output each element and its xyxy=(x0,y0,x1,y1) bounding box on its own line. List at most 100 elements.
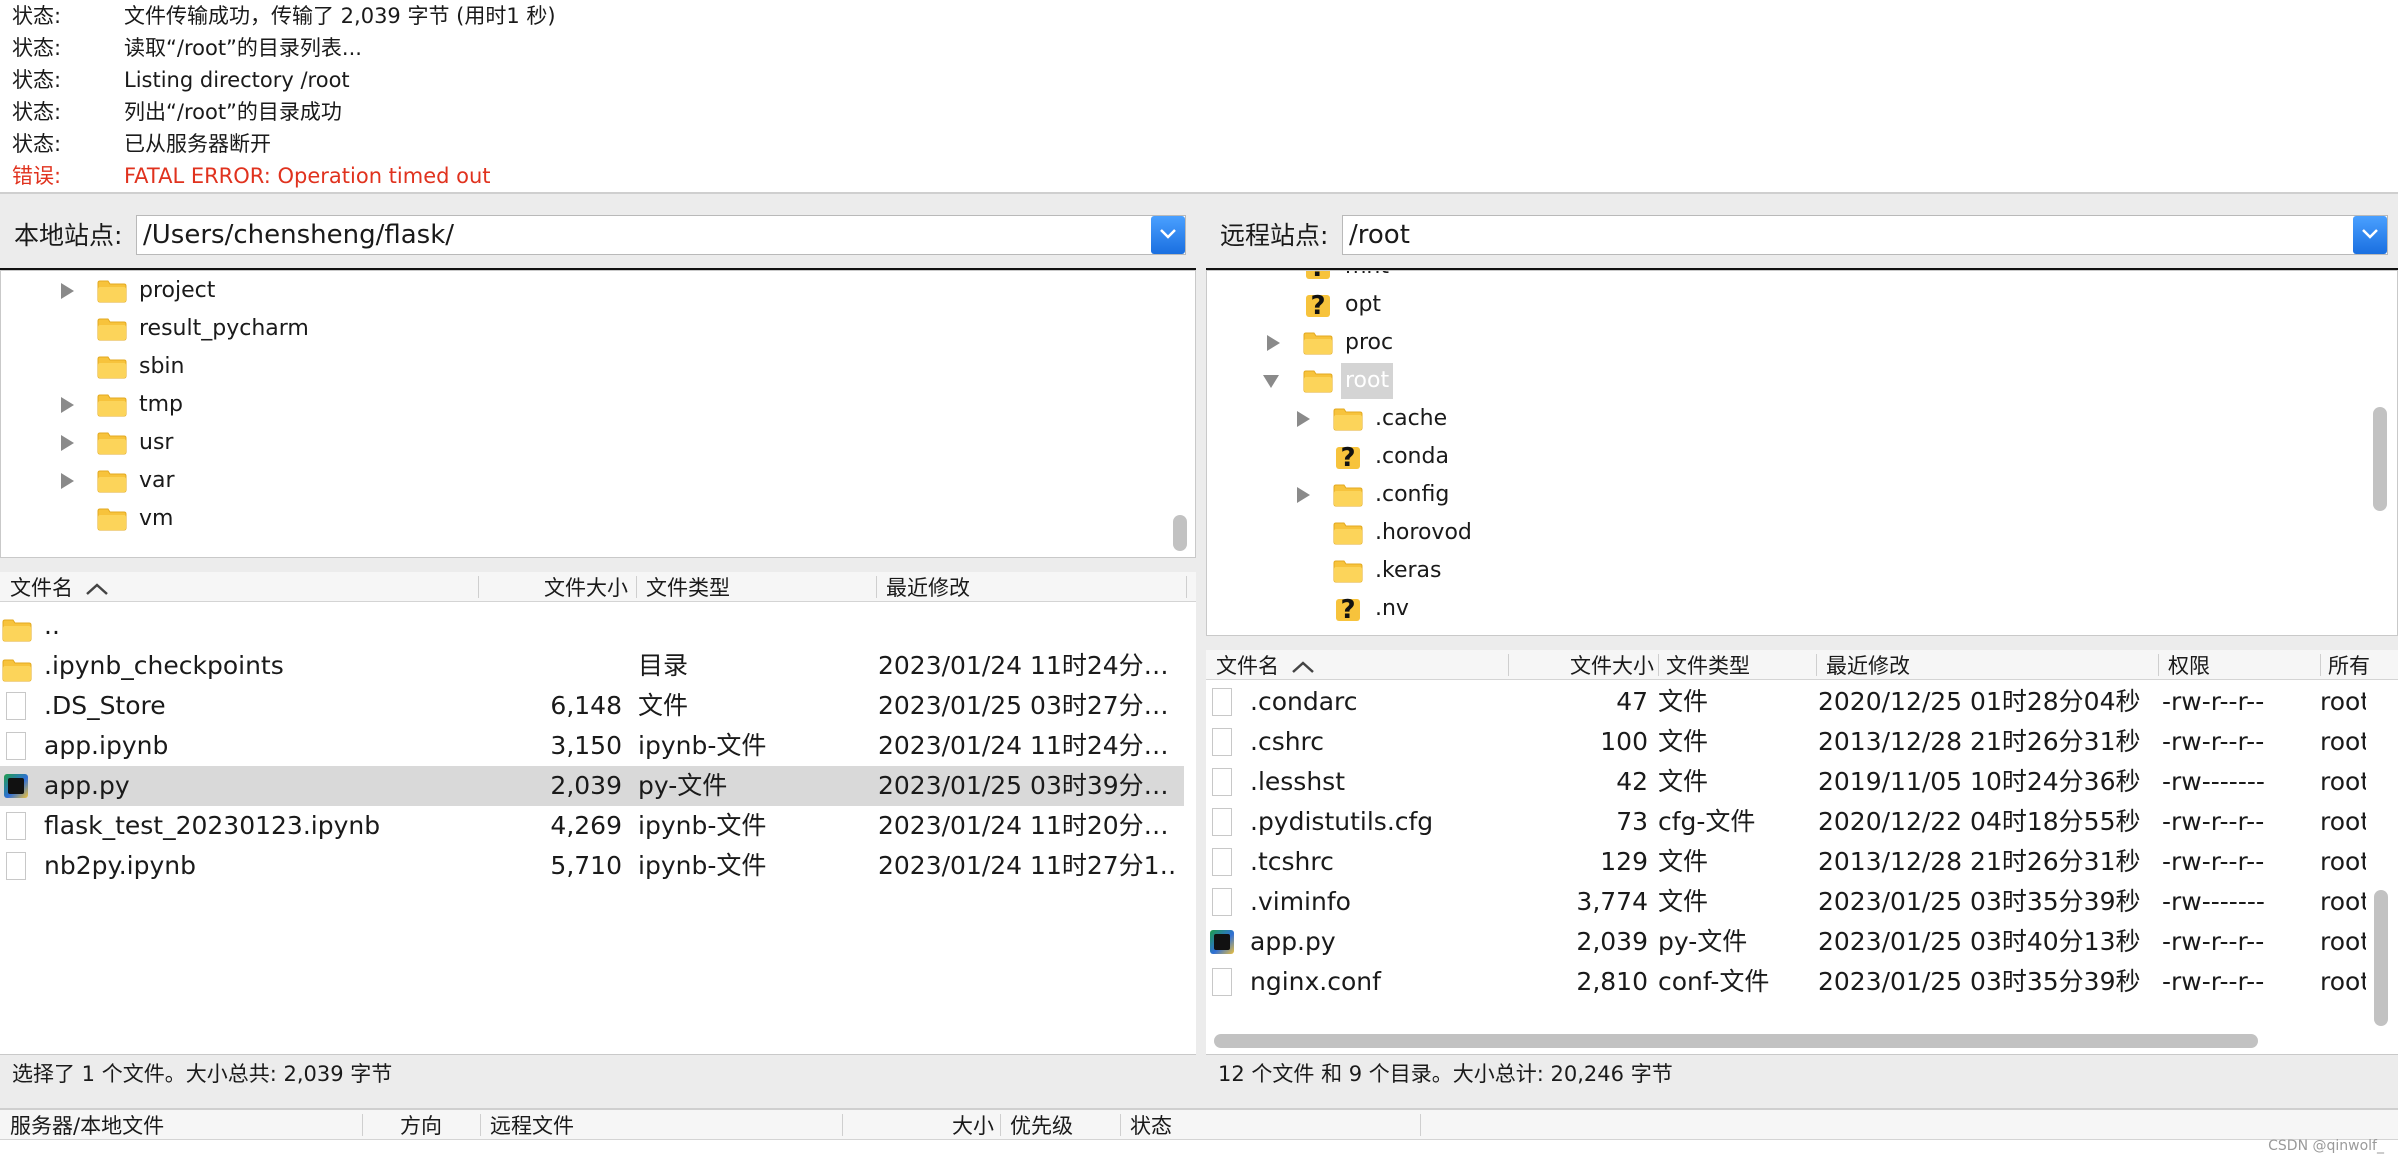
file-row[interactable]: .. xyxy=(0,606,1184,646)
local-site-label: 本地站点: xyxy=(14,221,123,250)
file-row[interactable]: .lesshst 42 文件 2019/11/05 10时24分36秒 -rw-----… xyxy=(1206,762,2366,802)
file-row[interactable]: .cshrc 100 文件 2013/12/28 21时26分31秒 -rw-r--r-… xyxy=(1206,722,2366,762)
file-row[interactable]: .viminfo 3,774 文件 2023/01/25 03时35分39秒 -rw--… xyxy=(1206,882,2366,922)
tree-node[interactable]: ? mnt xyxy=(1207,271,2357,285)
remote-file-list[interactable]: nginx.conf 2,810 conf-文件 2023/01/25 03时35分3… xyxy=(1206,680,2398,1054)
file-permissions: -rw------- xyxy=(2162,887,2265,916)
tree-node[interactable]: vm xyxy=(1,501,1161,537)
remote-status-bar: 12 个文件 和 9 个目录。大小总计: 20,246 字节 xyxy=(1206,1054,2398,1092)
file-row[interactable]: .tcshrc 129 文件 2013/12/28 21时26分31秒 -rw-r--r… xyxy=(1206,842,2366,882)
file-row[interactable]: nginx.conf 2,810 conf-文件 2023/01/25 03时35分3… xyxy=(1206,962,2366,1002)
file-permissions: -rw-r--r-- xyxy=(2162,807,2265,836)
tree-node-label: result_pycharm xyxy=(139,316,309,341)
queue-col-size[interactable]: 大小 xyxy=(850,1110,994,1140)
tree-node-label: .nv xyxy=(1375,596,1409,621)
folder-icon xyxy=(97,393,127,417)
file-row[interactable]: app.py 2,039 py-文件 2023/01/25 03时39分… xyxy=(0,766,1184,806)
file-row[interactable]: .DS_Store 6,148 文件 2023/01/25 03时27分… xyxy=(0,686,1184,726)
remote-col-size[interactable]: 文件大小 xyxy=(1512,650,1654,680)
file-type: py-文件 xyxy=(638,771,728,800)
expand-arrow-icon[interactable] xyxy=(61,283,74,299)
file-row[interactable]: .ipynb_checkpoints 目录 2023/01/24 11时24分… xyxy=(0,646,1184,686)
tree-node[interactable]: .keras xyxy=(1207,553,2357,589)
file-row[interactable]: app.ipynb 3,150 ipynb-文件 2023/01/24 11时24分… xyxy=(0,726,1184,766)
watermark: CSDN @qinwolf_ xyxy=(2268,1138,2384,1154)
expand-arrow-icon[interactable] xyxy=(1297,487,1310,503)
tree-node[interactable]: project xyxy=(1,273,1161,309)
tree-node[interactable]: usr xyxy=(1,425,1161,461)
folder-icon xyxy=(97,355,127,379)
tree-node-label: var xyxy=(139,468,175,493)
remote-col-owner[interactable]: 所有 xyxy=(2328,650,2398,680)
file-row[interactable]: app.py 2,039 py-文件 2023/01/25 03时40分13秒 -rw-… xyxy=(1206,922,2366,962)
file-type: ipynb-文件 xyxy=(638,811,767,840)
tree-node[interactable]: .config xyxy=(1207,477,2357,513)
local-col-type[interactable]: 文件类型 xyxy=(646,572,730,602)
local-col-modified[interactable]: 最近修改 xyxy=(886,572,970,602)
file-icon xyxy=(1212,808,1232,836)
file-modified: 2013/12/28 21时26分31秒 xyxy=(1818,727,2141,756)
file-icon xyxy=(6,852,26,880)
local-file-list[interactable]: .. .ipynb_checkpoints 目录 2023/01/24 11时24分…… xyxy=(0,602,1196,1054)
file-modified: 2020/12/22 04时18分55秒 xyxy=(1818,807,2141,836)
log-line: 状态: 读取“/root”的目录列表... xyxy=(12,32,362,64)
svg-text:?: ? xyxy=(1340,595,1355,623)
file-size: 42 xyxy=(1616,767,1648,796)
remote-col-name[interactable]: 文件名 xyxy=(1216,650,1316,680)
chevron-down-icon[interactable] xyxy=(2353,216,2387,254)
python-file-icon xyxy=(4,774,28,798)
local-col-name[interactable]: 文件名 xyxy=(10,572,110,602)
log-label: 状态: xyxy=(12,100,62,124)
remote-path-combobox[interactable]: /root xyxy=(1342,215,2388,255)
local-directory-tree[interactable]: project result_pycharmsbin tmp usr var vm xyxy=(0,270,1196,558)
tree-node[interactable]: root xyxy=(1207,363,2357,399)
folder-icon xyxy=(2,614,32,642)
queue-col-remote-file[interactable]: 远程文件 xyxy=(490,1110,574,1140)
file-row[interactable]: .pydistutils.cfg 73 cfg-文件 2020/12/22 04时18… xyxy=(1206,802,2366,842)
chevron-down-icon[interactable] xyxy=(1151,216,1185,254)
folder-icon xyxy=(1303,331,1333,355)
tree-node[interactable]: tmp xyxy=(1,387,1161,423)
tree-node[interactable]: proc xyxy=(1207,325,2357,361)
expand-arrow-icon[interactable] xyxy=(61,473,74,489)
expand-arrow-icon[interactable] xyxy=(1267,335,1280,351)
tree-node[interactable]: .cache xyxy=(1207,401,2357,437)
tree-node[interactable]: result_pycharm xyxy=(1,311,1161,347)
file-modified: 2023/01/24 11时20分… xyxy=(878,811,1169,840)
file-row[interactable]: nb2py.ipynb 5,710 ipynb-文件 2023/01/24 11时27… xyxy=(0,846,1184,886)
expand-arrow-icon[interactable] xyxy=(61,435,74,451)
local-col-size[interactable]: 文件大小 xyxy=(482,572,628,602)
remote-list-vscrollbar[interactable] xyxy=(2374,890,2388,1026)
file-owner: root xyxy=(2320,807,2366,836)
remote-site-label: 远程站点: xyxy=(1220,221,1329,250)
tree-node[interactable]: ? .nv xyxy=(1207,591,2357,627)
file-size: 2,810 xyxy=(1576,967,1648,996)
local-tree-scrollbar[interactable] xyxy=(1173,515,1187,551)
file-row[interactable]: flask_test_20230123.ipynb 4,269 ipynb-文件 20… xyxy=(0,806,1184,846)
remote-col-modified[interactable]: 最近修改 xyxy=(1826,650,1910,680)
remote-col-permissions[interactable]: 权限 xyxy=(2168,650,2210,680)
log-line: 错误: FATAL ERROR: Operation timed out xyxy=(12,160,491,192)
file-size: 100 xyxy=(1600,727,1648,756)
expand-arrow-icon[interactable] xyxy=(61,397,74,413)
tree-node[interactable]: .horovod xyxy=(1207,515,2357,551)
local-path-combobox[interactable]: /Users/chensheng/flask/ xyxy=(136,215,1186,255)
remote-list-hscrollbar[interactable] xyxy=(1214,1034,2258,1048)
tree-node[interactable]: ? opt xyxy=(1207,287,2357,323)
remote-col-type[interactable]: 文件类型 xyxy=(1666,650,1750,680)
tree-node[interactable]: sbin xyxy=(1,349,1161,385)
collapse-arrow-icon[interactable] xyxy=(1263,375,1279,388)
queue-col-priority[interactable]: 优先级 xyxy=(1010,1110,1073,1140)
queue-col-server-local-file[interactable]: 服务器/本地文件 xyxy=(10,1110,164,1140)
file-name: nginx.conf xyxy=(1250,967,1381,996)
tree-node[interactable]: ? .conda xyxy=(1207,439,2357,475)
file-row[interactable]: .condarc 47 文件 2020/12/25 01时28分04秒 -rw-r--r… xyxy=(1206,682,2366,722)
queue-col-status[interactable]: 状态 xyxy=(1130,1110,1172,1140)
expand-arrow-icon[interactable] xyxy=(1297,411,1310,427)
remote-directory-tree[interactable]: ? mnt ? opt proc root .cache? .conda .config .hor… xyxy=(1206,270,2398,636)
transfer-queue[interactable]: 服务器/本地文件 方向 远程文件 大小 优先级 状态 CSDN @qinwolf… xyxy=(0,1108,2398,1162)
tree-node[interactable]: var xyxy=(1,463,1161,499)
remote-tree-scrollbar[interactable] xyxy=(2373,407,2387,511)
queue-col-direction[interactable]: 方向 xyxy=(400,1110,442,1140)
file-size: 5,710 xyxy=(550,851,622,880)
